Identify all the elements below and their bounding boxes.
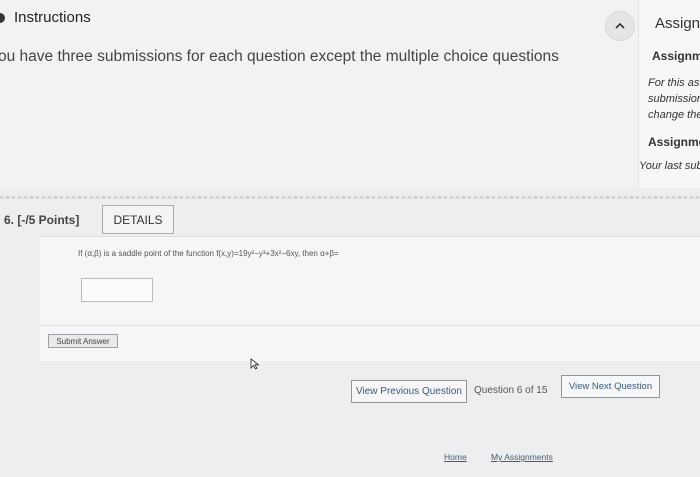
- side-panel-note-line: change the: [648, 109, 700, 121]
- question-position: Question 6 of 15: [474, 385, 548, 396]
- question-text: If (α,β) is a saddle point of the functi…: [78, 249, 339, 258]
- side-panel-subtitle: Assignm: [652, 49, 700, 63]
- side-panel-note-line: For this as:: [648, 77, 700, 89]
- submit-answer-button[interactable]: Submit Answer: [48, 334, 118, 348]
- side-panel-subtitle-2: Assignmen: [648, 135, 700, 149]
- question-separator: [40, 325, 700, 326]
- question-number: 6. [-/5 Points]: [4, 213, 80, 227]
- collapse-instructions-button[interactable]: [605, 11, 635, 41]
- view-next-question-button[interactable]: View Next Question: [561, 375, 660, 398]
- section-divider: [0, 196, 700, 199]
- instructions-title: Instructions: [14, 9, 91, 26]
- assignment-side-panel: Assignr Assignm For this as: submission …: [638, 0, 700, 188]
- side-panel-note-line: submission: [648, 93, 700, 105]
- instructions-text: ou have three submissions for each quest…: [0, 48, 559, 65]
- question-body: If (α,β) is a saddle point of the functi…: [40, 236, 700, 361]
- details-button[interactable]: DETAILS: [102, 205, 174, 234]
- home-link[interactable]: Home: [444, 452, 467, 462]
- mouse-pointer-icon: [250, 358, 260, 370]
- view-previous-question-button[interactable]: View Previous Question: [351, 380, 467, 403]
- side-panel-last-submission: Your last sub: [639, 160, 700, 172]
- my-assignments-link[interactable]: My Assignments: [491, 452, 553, 462]
- instructions-marker: [0, 13, 5, 23]
- instructions-panel: Instructions ou have three submissions f…: [0, 0, 638, 188]
- answer-input[interactable]: [81, 278, 153, 302]
- side-panel-title: Assignr: [655, 15, 700, 32]
- chevron-up-icon: [615, 22, 625, 29]
